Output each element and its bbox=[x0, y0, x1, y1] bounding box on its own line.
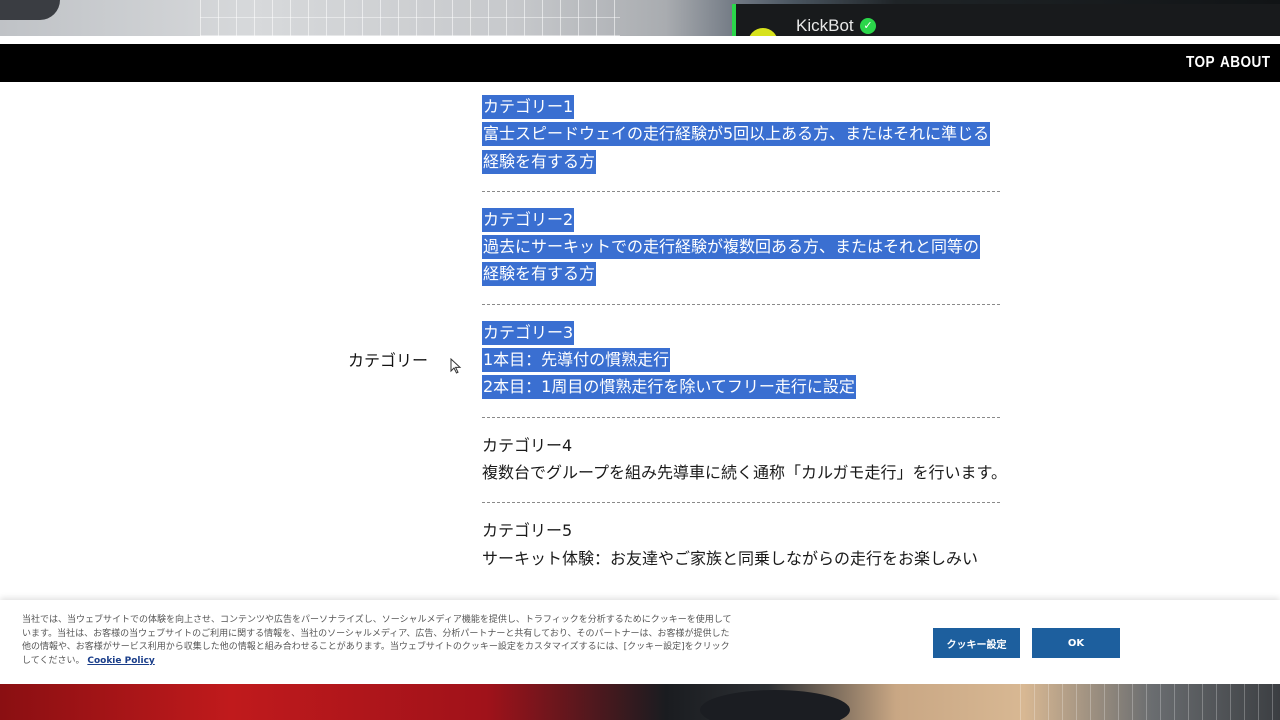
category-title: カテゴリー1 bbox=[482, 93, 1002, 120]
chat-username: KickBot bbox=[796, 16, 854, 35]
category-item-2: カテゴリー2 過去にサーキットでの走行経験が複数回ある方、またはそれと同等の 経… bbox=[482, 206, 1002, 288]
cookie-consent-banner: 当社では、当ウェブサイトでの体験を向上させ、コンテンツや広告をパーソナライズし、… bbox=[0, 600, 1280, 684]
category-description: 過去にサーキットでの走行経験が複数回ある方、またはそれと同等の bbox=[482, 233, 1002, 260]
category-item-3: カテゴリー3 1本目：先導付の慣熟走行 2本目：1周目の慣熟走行を除いてフリー走… bbox=[482, 319, 1002, 401]
stream-background-grid bbox=[1020, 684, 1280, 720]
stream-overlay-bottom bbox=[0, 684, 1280, 720]
stream-overlay-top: KickBot ✓ bbox=[0, 0, 1280, 36]
category-description: 2本目：1周目の慣熟走行を除いてフリー走行に設定 bbox=[482, 373, 1002, 400]
site-header: TOP ABOUT bbox=[0, 44, 1280, 82]
verified-check-icon: ✓ bbox=[860, 18, 876, 34]
dashed-divider bbox=[482, 303, 1000, 305]
mouse-cursor-icon bbox=[450, 358, 462, 374]
category-item-4: カテゴリー4 複数台でグループを組み先導車に続く通称「カルガモ走行」を行います。 bbox=[482, 432, 1007, 487]
category-item-1: カテゴリー1 富士スピードウェイの走行経験が5回以上ある方、またはそれに準じる … bbox=[482, 93, 1002, 175]
dashed-divider bbox=[482, 502, 1000, 504]
category-title: カテゴリー4 bbox=[482, 435, 573, 455]
category-list: カテゴリー1 富士スピードウェイの走行経験が5回以上ある方、またはそれに準じる … bbox=[482, 93, 1007, 572]
cookie-accept-button[interactable]: OK bbox=[1032, 628, 1120, 658]
category-description: 複数台でグループを組み先導車に続く通称「カルガモ走行」を行います。 bbox=[482, 462, 1007, 482]
category-row-label: カテゴリー bbox=[348, 351, 429, 370]
nav-link-top[interactable]: TOP bbox=[1186, 54, 1215, 72]
category-title: カテゴリー2 bbox=[482, 206, 1002, 233]
dashed-divider bbox=[482, 416, 1000, 418]
stream-background-shape bbox=[0, 0, 60, 20]
cookie-settings-button[interactable]: クッキー設定 bbox=[933, 628, 1020, 658]
category-description: 富士スピードウェイの走行経験が5回以上ある方、またはそれに準じる bbox=[482, 120, 1002, 147]
category-description: 経験を有する方 bbox=[482, 260, 1002, 287]
stream-background-shape bbox=[700, 690, 850, 720]
category-description: サーキット体験：お友達やご家族と同乗しながらの走行をお楽しみい bbox=[482, 548, 979, 568]
cookie-notice-text: 当社では、当ウェブサイトでの体験を向上させ、コンテンツや広告をパーソナライズし、… bbox=[22, 615, 732, 667]
spacer bbox=[0, 36, 1280, 44]
category-item-5: カテゴリー5 サーキット体験：お友達やご家族と同乗しながらの走行をお楽しみい bbox=[482, 517, 1002, 572]
cookie-policy-link[interactable]: Cookie Policy bbox=[87, 656, 154, 666]
nav-link-about[interactable]: ABOUT bbox=[1220, 54, 1270, 72]
stream-background-grid bbox=[200, 0, 620, 36]
category-description: 経験を有する方 bbox=[482, 148, 1002, 175]
category-description: 1本目：先導付の慣熟走行 bbox=[482, 346, 1002, 373]
dashed-divider bbox=[482, 190, 1000, 192]
category-title: カテゴリー3 bbox=[482, 319, 1002, 346]
category-title: カテゴリー5 bbox=[482, 521, 573, 541]
